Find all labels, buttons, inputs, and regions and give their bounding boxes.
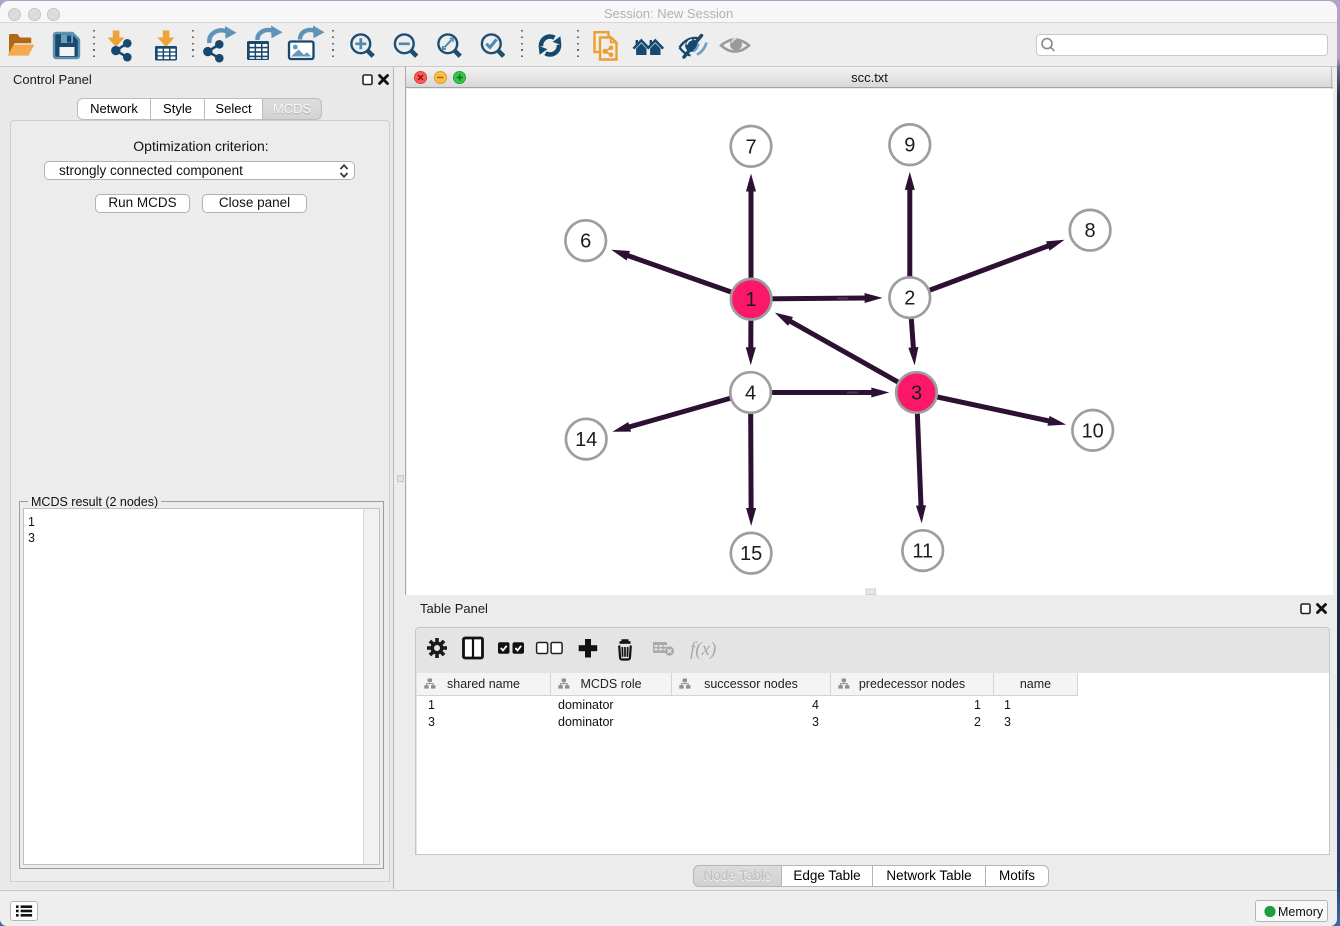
svg-text:8: 8 <box>1085 220 1096 242</box>
svg-text:9: 9 <box>904 135 915 157</box>
svg-text:4: 4 <box>745 383 756 405</box>
svg-text:f(x): f(x) <box>690 639 716 660</box>
svg-text:3: 3 <box>911 383 922 405</box>
svg-text:6: 6 <box>580 231 591 253</box>
svg-text:2: 2 <box>904 288 915 310</box>
svg-text:14: 14 <box>575 429 597 451</box>
svg-text:11: 11 <box>912 541 933 563</box>
svg-text:7: 7 <box>745 136 756 158</box>
svg-text:10: 10 <box>1082 420 1104 442</box>
svg-text:15: 15 <box>740 543 762 565</box>
svg-text:1: 1 <box>746 289 757 311</box>
